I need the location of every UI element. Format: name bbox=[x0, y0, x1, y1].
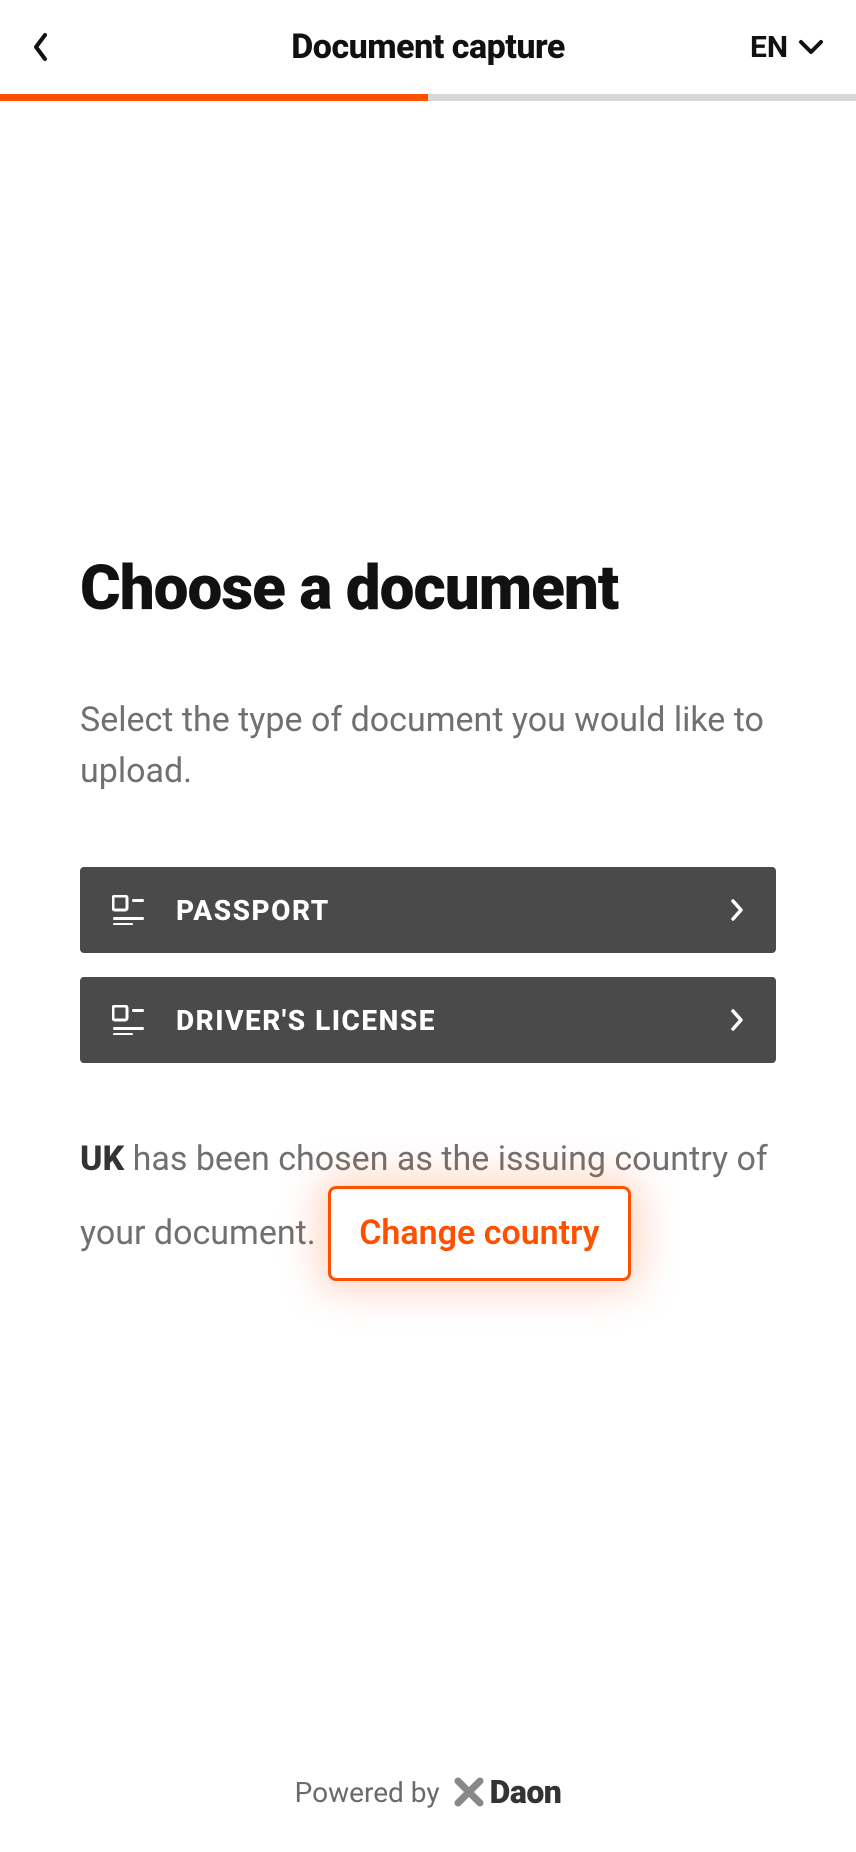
country-code: UK bbox=[80, 1139, 124, 1179]
chevron-right-icon bbox=[730, 1008, 744, 1032]
change-country-link[interactable]: Change country bbox=[328, 1186, 630, 1281]
option-label: DRIVER'S LICENSE bbox=[176, 1004, 730, 1037]
document-options: PASSPORT DRIVER'S LICENSE bbox=[80, 867, 776, 1063]
id-icon bbox=[112, 895, 152, 925]
language-code: EN bbox=[750, 30, 788, 65]
powered-by-label: Powered by bbox=[295, 1776, 440, 1809]
x-icon bbox=[454, 1777, 484, 1807]
language-selector[interactable]: EN bbox=[724, 30, 824, 65]
id-icon bbox=[112, 1005, 152, 1035]
chevron-left-icon bbox=[32, 32, 50, 62]
brand-name: Daon bbox=[490, 1773, 562, 1811]
chevron-right-icon bbox=[730, 898, 744, 922]
progress-bar bbox=[0, 94, 856, 101]
description: Select the type of document you would li… bbox=[80, 695, 776, 797]
country-note: UK has been chosen as the issuing countr… bbox=[80, 1133, 776, 1280]
heading: Choose a document bbox=[80, 552, 776, 625]
main-content: Choose a document Select the type of doc… bbox=[0, 101, 856, 1732]
footer: Powered by Daon bbox=[0, 1732, 856, 1852]
brand-logo: Daon bbox=[454, 1773, 562, 1811]
progress-fill bbox=[0, 94, 428, 101]
option-label: PASSPORT bbox=[176, 894, 730, 927]
back-button[interactable] bbox=[32, 32, 132, 62]
option-drivers-license[interactable]: DRIVER'S LICENSE bbox=[80, 977, 776, 1063]
chevron-down-icon bbox=[798, 39, 824, 55]
option-passport[interactable]: PASSPORT bbox=[80, 867, 776, 953]
app-header: Document capture EN bbox=[0, 0, 856, 94]
page-title: Document capture bbox=[132, 27, 724, 67]
